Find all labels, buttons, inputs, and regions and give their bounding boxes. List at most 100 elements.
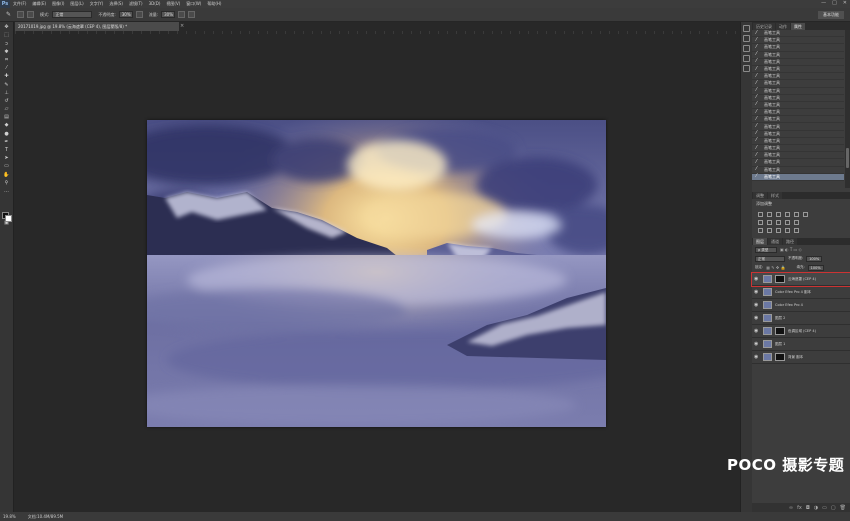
history-panel-icon[interactable] [743,25,750,32]
menu-item[interactable]: 3D(D) [146,1,164,7]
pressure-size-icon[interactable] [188,11,196,18]
dodge-tool-icon[interactable]: ● [3,131,11,137]
airbrush-icon[interactable] [178,11,186,18]
history-row[interactable]: ⁄ 画笔工具 [752,95,844,102]
background-color-swatch[interactable] [5,215,12,222]
hand-tool-icon[interactable]: ✋ [3,172,11,178]
document-tab[interactable]: 20171019.jpg @ 19.8% (云海遮罩 (CEP 4), 图层蒙版… [15,22,179,31]
layer-style-icon[interactable]: fx [797,505,802,511]
opacity-field[interactable]: 30% [118,11,133,18]
layer-row[interactable]: ◉ Color Efex Pro 4 副本 [752,286,850,299]
history-row[interactable]: ⁄ 画笔工具 [752,116,844,124]
tab-properties[interactable]: 属性 [791,22,805,30]
menu-item[interactable]: 文字(Y) [87,1,107,7]
tab-channels[interactable]: 通道 [768,238,782,245]
eyedropper-tool-icon[interactable]: ⁄ [3,65,11,71]
healing-brush-icon[interactable]: ✚ [3,73,11,79]
properties-panel-icon[interactable] [743,45,750,52]
vibrance-icon[interactable] [794,212,799,217]
character-panel-icon[interactable] [743,65,750,72]
menu-item[interactable]: 帮助(H) [204,1,224,7]
minimize-button[interactable]: — [821,0,826,6]
pressure-opacity-icon[interactable] [135,11,143,18]
tab-history[interactable]: 历史记录 [753,22,775,30]
actions-panel-icon[interactable] [743,35,750,42]
path-select-icon[interactable]: ➤ [3,155,11,161]
quick-select-tool-icon[interactable]: ✱ [3,49,11,55]
brush-preset-picker[interactable] [17,11,25,18]
layer-row[interactable]: ◉ 色调区域 (CEP 4) [752,325,850,338]
history-row[interactable]: ⁄ 画笔工具 [752,102,844,110]
levels-icon[interactable] [767,212,772,217]
brush-tool-icon[interactable]: ✎ [6,11,11,18]
selective-color-icon[interactable] [785,228,790,233]
layer-row[interactable]: ◉ 图层 2 [752,312,850,325]
history-row[interactable]: ⁄ 画笔工具 [752,123,844,131]
visibility-eye-icon[interactable]: ◉ [754,302,760,308]
close-document-icon[interactable]: × [180,23,184,29]
exposure-icon[interactable] [785,212,790,217]
visibility-eye-icon[interactable]: ◉ [754,341,760,347]
delete-layer-icon[interactable]: 🗑 [840,505,846,511]
history-row[interactable]: ⁄ 画笔工具 [752,167,844,174]
layer-fill-field[interactable]: 100% [807,264,824,271]
layer-row[interactable]: ◉ 背景 副本 [752,351,850,364]
posterize-icon[interactable] [767,228,772,233]
tab-paths[interactable]: 路径 [783,238,797,245]
menu-item[interactable]: 图层(L) [67,1,86,7]
flow-field[interactable]: 30% [161,11,176,18]
visibility-eye-icon[interactable]: ◉ [754,289,760,295]
history-row[interactable]: ⁄ 画笔工具 [752,52,844,59]
lock-icons[interactable]: ▦ ✎ ✥ 🔒 [766,265,785,270]
zoom-tool-icon[interactable]: ⚲ [3,180,11,186]
tab-actions[interactable]: 动作 [776,22,790,30]
visibility-eye-icon[interactable]: ◉ [754,354,760,360]
document-image[interactable] [147,120,606,427]
blur-tool-icon[interactable]: ◆ [3,122,11,128]
marquee-tool-icon[interactable]: ⬚ [3,32,11,38]
history-row[interactable]: ⁄ 画笔工具 [752,173,844,181]
tab-adjustments[interactable]: 调整 [753,192,767,199]
new-adjustment-icon[interactable]: ◑ [814,505,818,511]
more-tools-icon[interactable]: … [3,188,11,194]
tab-layers[interactable]: 图层 [753,238,767,245]
color-balance-icon[interactable] [758,220,763,225]
new-layer-icon[interactable]: ▢ [831,505,836,511]
threshold-icon[interactable] [776,228,781,233]
menu-item[interactable]: 选择(S) [106,1,126,7]
clone-stamp-icon[interactable]: ⊥ [3,90,11,96]
history-row[interactable]: ⁄ 画笔工具 [752,138,844,145]
add-mask-icon[interactable]: ◘ [806,505,810,511]
history-row[interactable]: ⁄ 画笔工具 [752,131,844,138]
history-row[interactable]: ⁄ 画笔工具 [752,80,844,88]
history-row[interactable]: ⁄ 画笔工具 [752,88,844,95]
new-group-icon[interactable]: ▭ [822,505,827,511]
shape-tool-icon[interactable]: ▭ [3,163,11,169]
brush-tool-icon[interactable]: ✎ [3,82,11,88]
menu-item[interactable]: 窗口(W) [183,1,204,7]
zoom-level[interactable]: 19.8% [3,514,16,519]
crop-tool-icon[interactable]: ⌗ [3,57,11,63]
color-lookup-icon[interactable] [794,220,799,225]
black-white-icon[interactable] [767,220,772,225]
workspace-switcher[interactable]: 基本功能 [818,11,844,19]
layer-row[interactable]: ◉ Color Efex Pro 4 [752,299,850,312]
menu-item[interactable]: 滤镜(T) [126,1,146,7]
invert-icon[interactable] [758,228,763,233]
curves-icon[interactable] [776,212,781,217]
brush-panel-icon[interactable] [743,55,750,62]
menu-item[interactable]: 编辑(E) [29,1,49,7]
visibility-eye-icon[interactable]: ◉ [754,328,760,334]
gradient-tool-icon[interactable]: ▤ [3,114,11,120]
move-tool-icon[interactable]: ✥ [3,24,11,30]
hue-saturation-icon[interactable] [803,212,808,217]
blend-mode-select[interactable]: 正常 [755,255,785,262]
menu-item[interactable]: 图像(I) [49,1,67,7]
layer-row[interactable]: ◉ 云海遮罩 (CEP 4) [751,272,850,287]
close-window-button[interactable]: ✕ [843,0,847,6]
history-row[interactable]: ⁄ 画笔工具 [752,159,844,167]
history-row[interactable]: ⁄ 画笔工具 [752,44,844,52]
eraser-tool-icon[interactable]: ▱ [3,106,11,112]
menu-item[interactable]: 文件(F) [10,1,29,7]
pen-tool-icon[interactable]: ✒ [3,139,11,145]
